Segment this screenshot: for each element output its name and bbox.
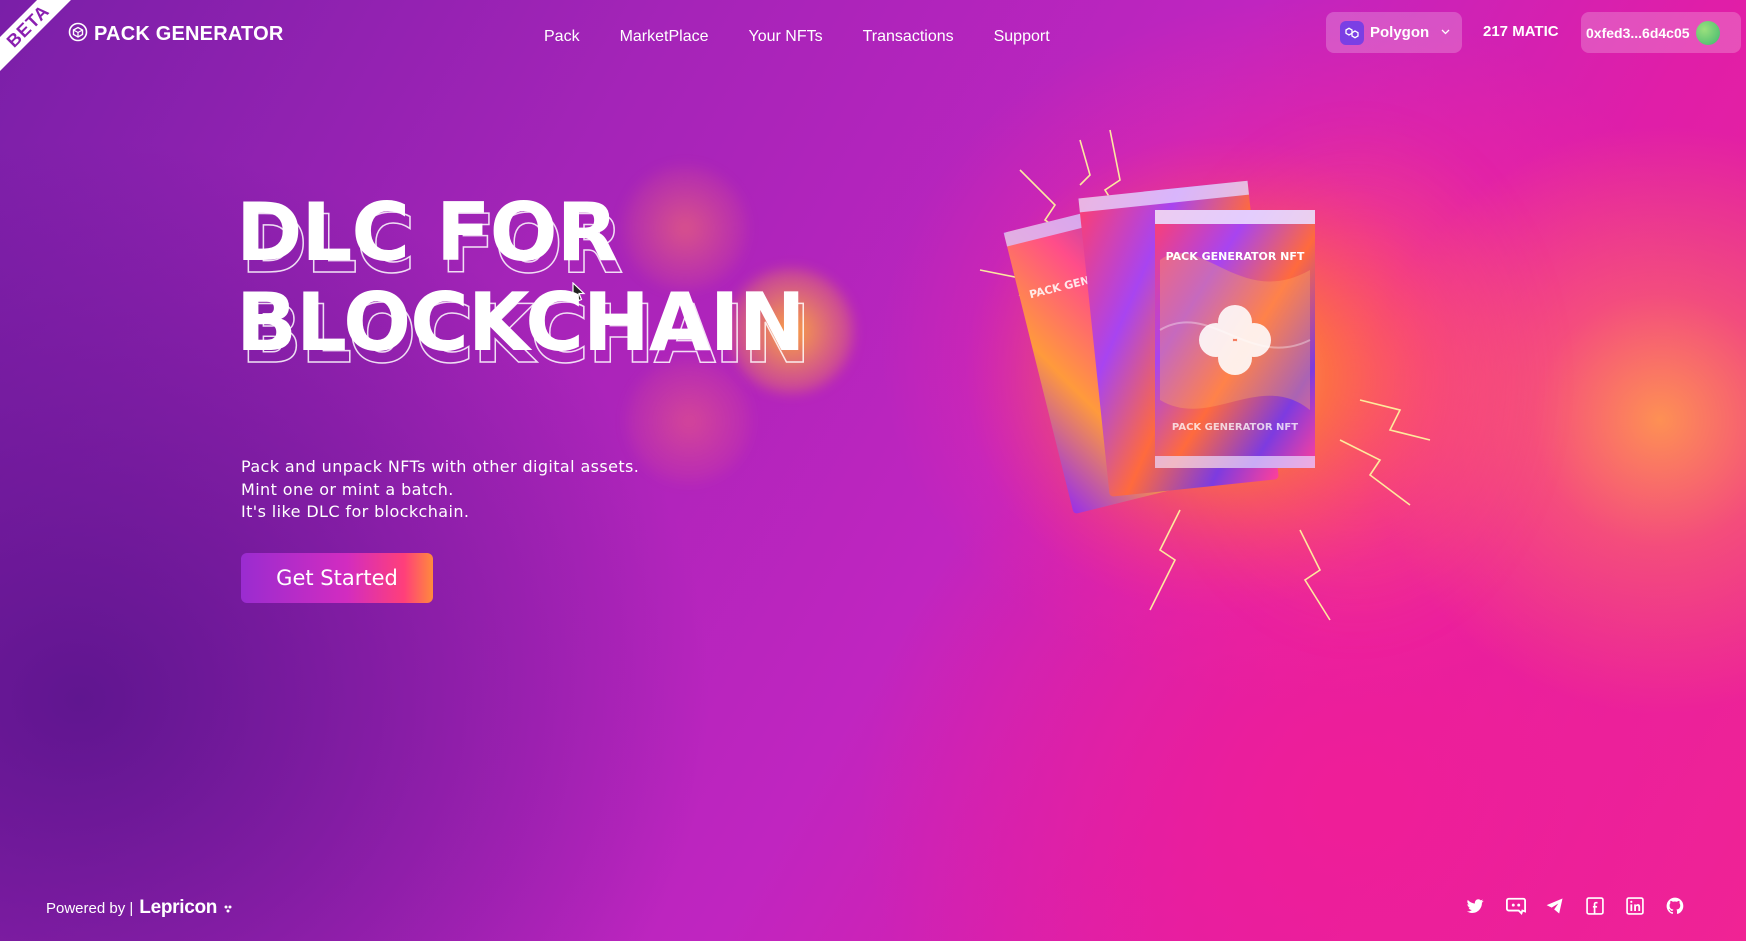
nav-support[interactable]: Support — [994, 28, 1050, 46]
hero-title-line-2: BLOCKCHAIN BLOCKCHAIN — [236, 276, 811, 381]
nav-marketplace[interactable]: MarketPlace — [620, 28, 709, 46]
facebook-icon[interactable] — [1585, 896, 1605, 916]
network-selector[interactable]: Polygon — [1326, 12, 1462, 53]
hero-description: Pack and unpack NFTs with other digital … — [241, 456, 639, 524]
hero-title-line-1: DLC FOR DLC FOR — [236, 186, 805, 291]
pack-label: PACK GENERATOR NFT — [1166, 250, 1305, 263]
description-line: Mint one or mint a batch. — [241, 479, 454, 499]
wallet-balance: 217 MATIC — [1483, 23, 1559, 40]
sparkle-icon — [223, 899, 233, 918]
hero-title-text: BLOCKCHAIN — [236, 276, 806, 369]
network-label: Polygon — [1370, 24, 1430, 41]
description-line: Pack and unpack NFTs with other digital … — [241, 457, 640, 476]
avatar — [1695, 20, 1720, 45]
polygon-icon — [1340, 20, 1364, 45]
nft-packs-illustration: PACK GENERATOR NFT PACK GENERATOR NFT PA… — [965, 129, 1460, 621]
logo-text: PACK GENERATOR — [94, 22, 284, 45]
nav-your-nfts[interactable]: Your NFTs — [749, 28, 823, 46]
lepricon-logo[interactable]: Lepricon — [139, 897, 217, 919]
logo[interactable]: PACK GENERATOR — [68, 22, 283, 46]
telegram-icon[interactable] — [1545, 896, 1565, 916]
twitter-icon[interactable] — [1465, 896, 1485, 916]
hero-title-text: DLC FOR — [236, 186, 618, 279]
powered-by-label: Powered by | — [46, 899, 134, 917]
discord-icon[interactable] — [1505, 896, 1526, 916]
wallet-address: 0xfed3...6d4c05 — [1586, 24, 1690, 41]
github-icon[interactable] — [1665, 896, 1685, 916]
linkedin-icon[interactable] — [1625, 896, 1645, 916]
social-links — [1465, 896, 1685, 916]
wallet-button[interactable]: 0xfed3...6d4c05 — [1581, 12, 1741, 53]
powered-by: Powered by | Lepricon — [46, 897, 233, 919]
nav-pack[interactable]: Pack — [544, 28, 580, 46]
nav-transactions[interactable]: Transactions — [863, 28, 954, 46]
pack-label: PACK GENERATOR NFT — [1172, 422, 1298, 433]
pack-logo-icon — [68, 22, 88, 46]
get-started-button[interactable]: Get Started — [241, 553, 433, 603]
chevron-down-icon — [1441, 27, 1450, 38]
main-nav: Pack MarketPlace Your NFTs Transactions … — [544, 28, 1050, 46]
description-line: It's like DLC for blockchain. — [241, 502, 470, 521]
hero-title: DLC FOR DLC FOR BLOCKCHAIN BLOCKCHAIN — [236, 186, 811, 381]
